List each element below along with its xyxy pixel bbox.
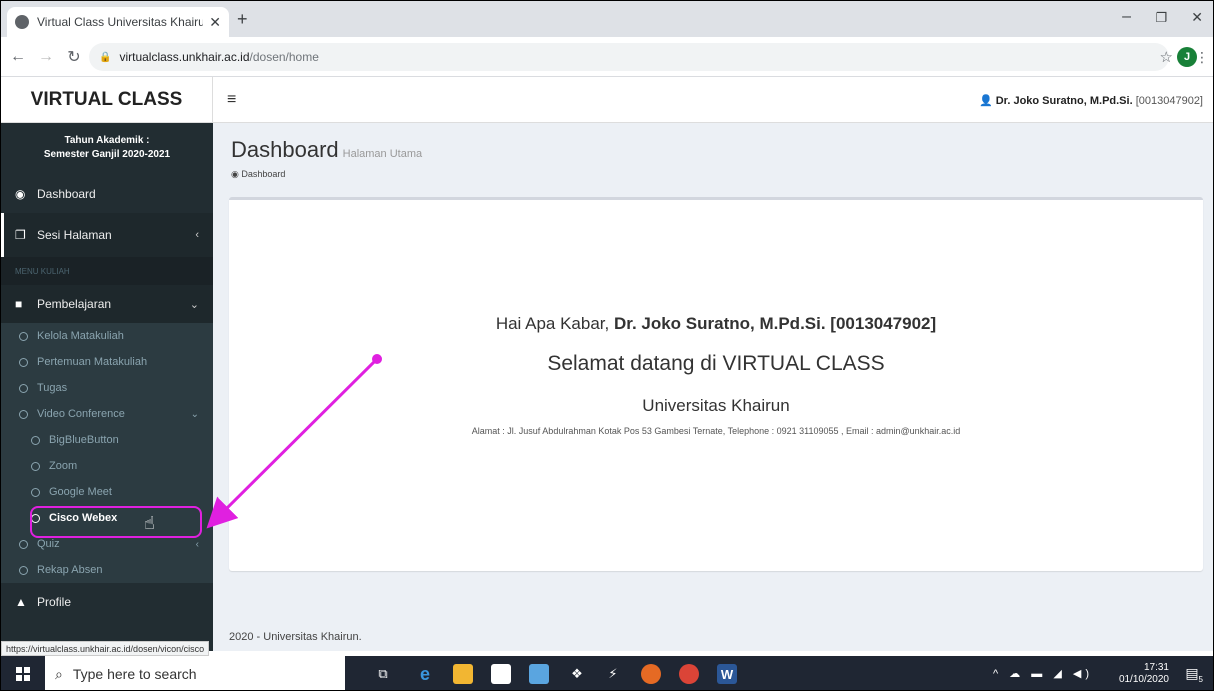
notification-icon[interactable]: ▤5 [1185, 665, 1203, 684]
search-placeholder: Type here to search [72, 666, 197, 682]
notification-count: 5 [1198, 674, 1203, 684]
clock-date: 01/10/2020 [1118, 674, 1169, 685]
store-icon[interactable] [491, 664, 511, 684]
windows-logo-icon [16, 667, 30, 681]
bolt-icon[interactable]: ⚡ [603, 664, 623, 684]
search-icon: ⌕ [55, 665, 63, 682]
windows-taskbar: ⌕ Type here to search ⧉ e ❖ ⚡ W ^ ☁ ▬ ◢ … [1, 656, 1213, 690]
dropbox-icon[interactable]: ❖ [567, 664, 587, 684]
firefox-icon[interactable] [641, 664, 661, 684]
edge-icon[interactable]: e [415, 664, 435, 684]
link-status-bar: https://virtualclass.unkhair.ac.id/dosen… [1, 641, 210, 656]
screen: Virtual Class Universitas Khairun ✕ + – … [0, 0, 1214, 691]
chrome-icon[interactable] [679, 664, 699, 684]
start-button[interactable] [1, 667, 45, 681]
taskbar-search[interactable]: ⌕ Type here to search [45, 656, 345, 690]
file-explorer-icon[interactable] [453, 664, 473, 684]
annotation-arrow [206, 354, 382, 529]
clock-time: 17:31 [1143, 662, 1169, 673]
mail-icon[interactable] [529, 664, 549, 684]
task-view-icon[interactable]: ⧉ [373, 664, 393, 684]
word-icon[interactable]: W [717, 664, 737, 684]
system-tray-icons[interactable]: ^ ☁ ▬ ◢ ◀) [993, 667, 1093, 680]
clock[interactable]: 17:31 01/10/2020 [1119, 662, 1169, 686]
